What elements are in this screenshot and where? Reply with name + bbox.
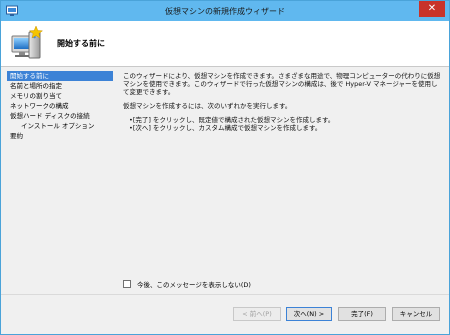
nav-item-memory[interactable]: メモリの割り当て — [7, 91, 113, 101]
wizard-content: 開始する前に 名前と場所の指定 メモリの割り当て ネットワークの構成 仮想ハード… — [1, 68, 449, 294]
next-bullet: •[次へ] をクリックし、カスタム構成で仮想マシンを作成します。 — [129, 124, 322, 132]
finish-button[interactable]: 完了(F) — [338, 307, 386, 321]
nav-item-before-you-begin[interactable]: 開始する前に — [7, 71, 113, 81]
nav-item-virtual-hard-disk[interactable]: 仮想ハード ディスクの接続 — [7, 111, 113, 121]
instruction-paragraph: 仮想マシンを作成するには、次のいずれかを実行します。 — [123, 102, 292, 110]
intro-paragraph: このウィザードにより、仮想マシンを作成できます。さまざまな用途で、物理コンピュー… — [123, 72, 441, 96]
wizard-steps-nav: 開始する前に 名前と場所の指定 メモリの割り当て ネットワークの構成 仮想ハード… — [7, 71, 113, 141]
dont-show-again-checkbox[interactable] — [123, 280, 131, 288]
wizard-window: 仮想マシンの新規作成ウィザード ✕ 開始する前に 開始する前に 名前と場所の指定… — [0, 0, 450, 335]
button-bar: < 前へ(P) 次へ(N) > 完了(F) キャンセル — [1, 294, 449, 334]
nav-item-summary[interactable]: 要約 — [7, 131, 113, 141]
dont-show-again-label[interactable]: 今後、このメッセージを表示しない(D) — [137, 279, 251, 289]
nav-item-name-and-location[interactable]: 名前と場所の指定 — [7, 81, 113, 91]
wizard-header: 開始する前に — [1, 21, 449, 67]
close-button[interactable]: ✕ — [419, 1, 445, 17]
page-title: 開始する前に — [57, 39, 105, 48]
description-panel: このウィザードにより、仮想マシンを作成できます。さまざまな用途で、物理コンピュー… — [123, 72, 443, 132]
dont-show-again-row[interactable]: 今後、このメッセージを表示しない(D) — [123, 279, 251, 289]
virtual-machine-icon — [11, 25, 44, 59]
finish-bullet: •[完了] をクリックし、既定値で構成された仮想マシンを作成します。 — [129, 116, 335, 124]
nav-item-installation-options[interactable]: インストール オプション — [7, 121, 113, 131]
back-button[interactable]: < 前へ(P) — [233, 307, 281, 321]
window-title: 仮想マシンの新規作成ウィザード — [165, 7, 285, 16]
nav-item-networking[interactable]: ネットワークの構成 — [7, 101, 113, 111]
next-button[interactable]: 次へ(N) > — [286, 307, 332, 321]
title-bar[interactable]: 仮想マシンの新規作成ウィザード ✕ — [1, 1, 449, 21]
cancel-button[interactable]: キャンセル — [392, 307, 440, 321]
